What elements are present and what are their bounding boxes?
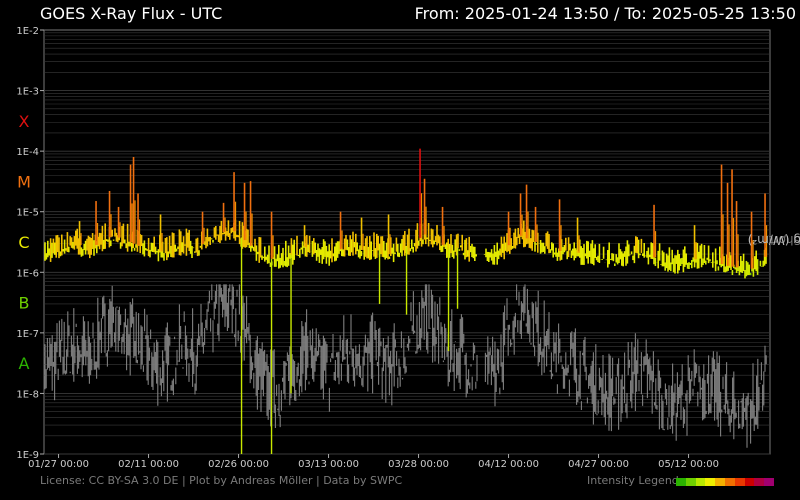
legend-swatch [754, 478, 765, 486]
legend-swatch [715, 478, 725, 486]
x-tick-label: 01/27 00:00 [28, 459, 89, 470]
flare-class-a: A [19, 354, 30, 373]
legend-swatch [734, 478, 745, 486]
y-tick-label: 1E-2 [16, 26, 39, 37]
y-tick-label: 1E-8 [16, 389, 39, 400]
x-tick-label: 03/28 00:00 [388, 459, 449, 470]
legend-swatch [676, 478, 686, 486]
x-tick-label: 03/13 00:00 [298, 459, 359, 470]
y-label-long: Long (W/m²) [747, 233, 800, 247]
xray-flux-chart: 1E-21E-31E-41E-51E-61E-71E-81E-9 XMCBA 0… [16, 26, 771, 470]
legend-swatch [705, 478, 716, 486]
flare-class-m: M [17, 172, 31, 191]
legend-swatch [744, 478, 755, 486]
flare-class-x: X [19, 112, 30, 131]
y-tick-label: 1E-4 [16, 147, 39, 158]
legend-swatch [695, 478, 706, 486]
y-tick-label: 1E-6 [16, 268, 39, 279]
y-tick-label: 1E-7 [16, 329, 39, 340]
flare-class-c: C [18, 233, 29, 252]
legend-swatch [724, 478, 735, 486]
flare-class-b: B [19, 294, 30, 313]
y-tick-label: 1E-3 [16, 87, 39, 98]
x-tick-label: 04/12 00:00 [478, 459, 539, 470]
x-tick-label: 04/27 00:00 [568, 459, 629, 470]
legend-label: Intensity Legend [587, 474, 679, 487]
y-tick-label: 1E-5 [16, 208, 39, 219]
credits: License: CC BY-SA 3.0 DE | Plot by Andre… [40, 474, 403, 487]
intensity-legend [676, 478, 774, 486]
x-axis: 01/27 00:00 02/11 00:00 02/26 00:00 03/13 0… [28, 454, 719, 470]
legend-swatch [764, 478, 774, 486]
x-tick-label: 02/11 00:00 [118, 459, 179, 470]
legend-swatch [685, 478, 696, 486]
x-tick-label: 05/12 00:00 [658, 459, 719, 470]
x-tick-label: 02/26 00:00 [208, 459, 269, 470]
